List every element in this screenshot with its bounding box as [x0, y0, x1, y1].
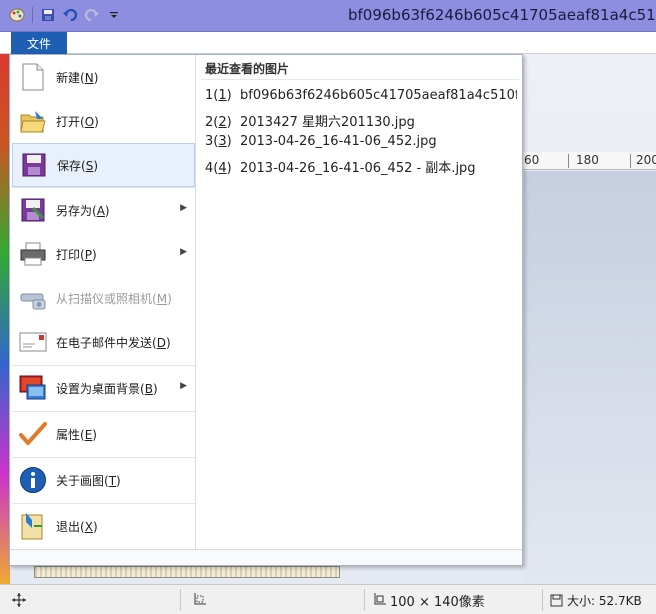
menu-item-save[interactable]: 保存(S) [12, 143, 195, 187]
file-size-text: 大小: 52.7KB [567, 593, 642, 608]
save-as-icon [18, 195, 48, 225]
menu-item-print[interactable]: 打印(P) ▶ [12, 232, 195, 276]
recent-item[interactable]: 4(4) 2013-04-26_16-41-06_452 - 副本.jpg [205, 157, 517, 176]
menu-item-about[interactable]: 关于画图(T) [12, 458, 195, 502]
menu-item-label: 新建(N) [56, 70, 99, 85]
menu-item-open[interactable]: 打开(O) [12, 99, 195, 143]
menu-item-label: 打开(O) [56, 114, 99, 129]
paint-app-icon[interactable] [8, 6, 26, 24]
menu-item-email[interactable]: 在电子邮件中发送(D) [12, 320, 195, 364]
image-canvas-edge[interactable] [34, 566, 340, 578]
recent-item[interactable]: 2(2) 2013427 星期六201130.jpg [205, 111, 517, 130]
status-bar: 100 × 140像素 大小: 52.7KB [0, 584, 656, 614]
menu-item-exit[interactable]: 退出(X) [12, 504, 195, 548]
menu-item-save-as[interactable]: 另存为(A) ▶ [12, 188, 195, 232]
quick-access-toolbar [8, 6, 123, 24]
checkmark-icon [18, 419, 48, 449]
submenu-arrow-icon: ▶ [180, 247, 187, 257]
canvas-background [524, 171, 656, 584]
save-icon[interactable] [39, 6, 57, 24]
info-icon [18, 465, 48, 495]
image-dimensions-text: 100 × 140像素 [390, 594, 485, 610]
recent-images-panel: 最近查看的图片 1(1) bf096b63f6246b605c41705aeaf… [197, 55, 522, 549]
disk-icon [550, 594, 563, 607]
new-document-icon [18, 62, 48, 92]
menu-item-label: 关于画图(T) [56, 473, 121, 488]
submenu-arrow-icon: ▶ [180, 203, 187, 213]
menu-item-properties[interactable]: 属性(E) [12, 412, 195, 456]
menu-item-label: 保存(S) [57, 158, 99, 173]
menu-item-scanner[interactable]: 从扫描仪或照相机(M) [12, 276, 195, 320]
open-folder-icon [18, 106, 48, 136]
file-tab[interactable]: 文件 [11, 32, 67, 54]
recent-images-title: 最近查看的图片 [205, 62, 290, 76]
menu-item-label: 退出(X) [56, 519, 98, 534]
recent-item[interactable]: 3(3) 2013-04-26_16-41-06_452.jpg [205, 134, 517, 149]
exit-icon [18, 511, 48, 541]
scanner-icon [18, 283, 48, 313]
menu-item-label: 从扫描仪或照相机(M) [56, 291, 172, 306]
title-bar: bf096b63f6246b605c41705aeaf81a4c510f [0, 0, 656, 32]
selection-size-icon [192, 585, 206, 614]
ruler-label: 60 [524, 153, 540, 167]
menu-item-label: 属性(E) [56, 427, 97, 442]
menu-item-new[interactable]: 新建(N) [12, 55, 195, 99]
file-menu: 新建(N) 打开(O) 保存(S) 另存为(A) ▶ 打印(P) ▶ 从扫描仪或… [9, 54, 523, 566]
image-size-icon [372, 593, 386, 607]
cursor-position-icon [12, 585, 26, 614]
save-icon [19, 150, 49, 180]
file-menu-commands: 新建(N) 打开(O) 保存(S) 另存为(A) ▶ 打印(P) ▶ 从扫描仪或… [10, 55, 196, 549]
redo-icon[interactable] [83, 6, 101, 24]
menu-item-desktop-background[interactable]: 设置为桌面背景(B) ▶ [12, 366, 195, 410]
submenu-arrow-icon: ▶ [180, 381, 187, 391]
ruler-label: 180 [576, 153, 599, 167]
ribbon-tab-strip [0, 32, 656, 54]
file-size: 大小: 52.7KB [550, 585, 642, 614]
file-menu-footer [10, 549, 522, 565]
email-icon [18, 327, 48, 357]
horizontal-ruler: 60 180 200 [520, 152, 656, 170]
menu-item-label: 另存为(A) [56, 203, 110, 218]
menu-item-label: 打印(P) [56, 247, 97, 262]
ruler-label: 200 [636, 153, 656, 167]
menu-item-label: 在电子邮件中发送(D) [56, 335, 171, 350]
printer-icon [18, 239, 48, 269]
image-dimensions: 100 × 140像素 [372, 585, 485, 614]
window-title: bf096b63f6246b605c41705aeaf81a4c510f [348, 6, 656, 24]
menu-item-label: 设置为桌面背景(B) [56, 381, 158, 396]
undo-icon[interactable] [61, 6, 79, 24]
desktop-background-icon [18, 373, 48, 403]
recent-item[interactable]: 1(1) bf096b63f6246b605c41705aeaf81a4c510… [205, 88, 517, 103]
customize-dropdown-icon[interactable] [105, 6, 123, 24]
